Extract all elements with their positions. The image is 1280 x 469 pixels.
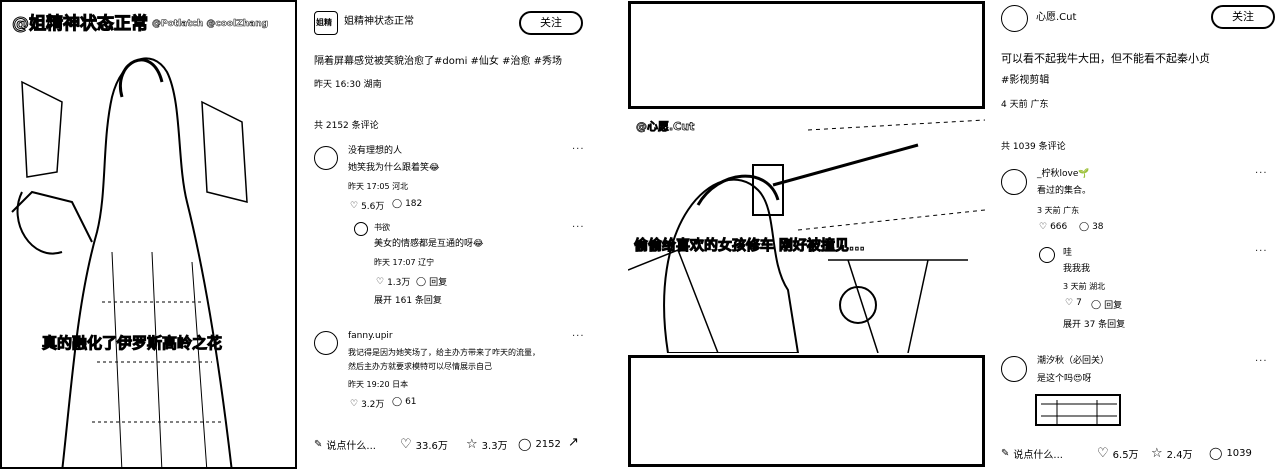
comment-avatar[interactable]: [1001, 169, 1027, 195]
comment-avatar[interactable]: [314, 146, 338, 170]
post-description: 隔着屏幕感觉被笑貌治愈了#domi #仙女 #治愈 #秀场: [314, 56, 563, 67]
reply-text: 我我我: [1063, 264, 1091, 274]
star-button[interactable]: ☆ 2.4万: [1151, 446, 1193, 461]
pen-icon: ✎: [314, 439, 323, 450]
star-icon: ☆: [466, 437, 478, 452]
reply-stat[interactable]: ◯ 182: [392, 199, 422, 209]
follow-button[interactable]: 关注: [1211, 5, 1275, 29]
star-icon: ☆: [1151, 446, 1163, 461]
reply-stat[interactable]: ◯ 61: [392, 397, 417, 407]
heart-icon: ♡: [1065, 298, 1074, 308]
reply-text: 美女的情感都是互通的呀😂: [374, 239, 484, 249]
comment-image[interactable]: [1035, 394, 1121, 426]
left-comment-panel: 姐精 姐精神状态正常 关注 隔着屏幕感觉被笑貌治愈了#domi #仙女 #治愈 …: [300, 0, 597, 469]
like-stat[interactable]: ♡ 5.6万: [350, 199, 384, 213]
pen-icon: ✎: [1001, 448, 1010, 459]
comment-bubble-icon: ◯: [416, 276, 427, 287]
heart-icon: ♡: [350, 200, 359, 211]
like-stat[interactable]: ♡ 1.3万: [376, 275, 410, 289]
reply-button[interactable]: ◯ 回复: [416, 275, 447, 289]
comment-bubble-icon: ◯: [392, 397, 403, 407]
comments-button[interactable]: ◯ 1039: [1209, 446, 1252, 460]
reply-avatar[interactable]: [354, 222, 368, 236]
author-avatar[interactable]: [1001, 5, 1028, 32]
reply-avatar[interactable]: [1039, 247, 1055, 263]
comment-input[interactable]: ✎ 说点什么...: [1001, 446, 1063, 461]
like-button[interactable]: ♡ 6.5万: [1097, 446, 1139, 461]
heart-icon: ♡: [400, 437, 412, 452]
more-icon[interactable]: ···: [1255, 246, 1268, 257]
like-stat[interactable]: ♡ 666: [1039, 222, 1067, 232]
comment-text: 是这个吗😍呀: [1037, 374, 1092, 384]
video-subtitle: 偷偷给喜欢的女孩修车 刚好被撞见...: [634, 238, 866, 255]
more-icon[interactable]: ···: [1255, 356, 1268, 367]
comment-user[interactable]: 潮汐秋（必回关）: [1037, 356, 1109, 367]
left-post-photo[interactable]: @姐精神状态正常 @Potlatch @coolZhang 真的融化了伊罗斯高岭…: [0, 0, 297, 469]
comment-text-line1: 我记得是因为她笑场了，给主办方带来了咋天的流量，: [348, 348, 540, 357]
video-frame[interactable]: @心愿.Cut 偷偷给喜欢的女孩修车 刚好被撞见...: [628, 110, 985, 353]
post-meta: 4 天前 广东: [1001, 100, 1049, 110]
comment-meta: 昨天 19:20 日本: [348, 380, 409, 389]
comment-image-sketch: [1041, 400, 1117, 424]
more-icon[interactable]: ···: [1255, 168, 1268, 179]
comment-bubble-icon: ◯: [1079, 222, 1090, 232]
author-name[interactable]: 姐精神状态正常: [344, 16, 414, 28]
video-watermark: @心愿.Cut: [636, 120, 695, 134]
photo-overlay-tag: @Potlatch @coolZhang: [152, 19, 269, 29]
like-stat[interactable]: ♡ 7: [1065, 298, 1082, 308]
comment-meta: 3 天前 广东: [1037, 206, 1080, 215]
photo-caption: 真的融化了伊罗斯高岭之花: [41, 334, 223, 353]
author-logo: 姐精: [316, 18, 332, 27]
comment-bubble-icon: ◯: [1091, 299, 1102, 310]
comment-count: 共 1039 条评论: [1001, 142, 1066, 152]
more-icon[interactable]: ···: [572, 222, 585, 233]
reply-stat[interactable]: ◯ 38: [1079, 222, 1104, 232]
comment-input[interactable]: ✎ 说点什么...: [314, 437, 376, 452]
reply-meta: 3 天前 湖北: [1063, 282, 1106, 291]
comment-avatar[interactable]: [1001, 356, 1027, 382]
comment-text: 她笑我为什么跟着笑😂: [348, 163, 440, 173]
photo-illustration: [2, 2, 295, 467]
comment-count: 共 2152 条评论: [314, 121, 379, 131]
video-top-frame: [628, 1, 985, 109]
expand-replies[interactable]: 展开 37 条回复: [1063, 320, 1125, 331]
heart-icon: ♡: [376, 276, 385, 287]
comment-bubble-icon: ◯: [518, 437, 532, 451]
comment-text: 看过的集合。: [1037, 186, 1092, 196]
comment-user[interactable]: fanny.upir: [348, 331, 393, 342]
more-icon[interactable]: ···: [572, 331, 585, 342]
share-icon: ↗: [568, 435, 579, 450]
reply-button[interactable]: ◯ 回复: [1091, 298, 1122, 312]
share-button[interactable]: ↗: [568, 435, 579, 450]
video-bottom-frame: [628, 355, 985, 467]
video-illustration: [628, 110, 985, 353]
star-button[interactable]: ☆ 3.3万: [466, 437, 508, 452]
like-button[interactable]: ♡ 33.6万: [400, 437, 448, 452]
photo-overlay-title: @姐精神状态正常: [12, 13, 149, 34]
right-comment-panel: 心愿.Cut 关注 可以看不起我牛大田，但不能看不起秦小贞 #影视剪辑 4 天前…: [987, 0, 1280, 469]
post-description: 可以看不起我牛大田，但不能看不起秦小贞: [1001, 52, 1210, 65]
follow-button[interactable]: 关注: [519, 11, 583, 35]
comment-avatar[interactable]: [314, 331, 338, 355]
comment-bubble-icon: ◯: [1209, 446, 1223, 460]
reply-meta: 昨天 17:07 辽宁: [374, 258, 435, 267]
comment-text-line2: 然后主办方就要求模特可以尽情展示自己: [348, 362, 492, 371]
like-stat[interactable]: ♡ 3.2万: [350, 397, 384, 411]
heart-icon: ♡: [350, 398, 359, 409]
comment-user[interactable]: 没有理想的人: [348, 146, 402, 157]
reply-user[interactable]: 书欲: [374, 223, 390, 233]
comments-button[interactable]: ◯ 2152: [518, 437, 561, 451]
author-name[interactable]: 心愿.Cut: [1036, 12, 1076, 24]
author-avatar[interactable]: 姐精: [314, 11, 338, 35]
heart-icon: ♡: [1039, 222, 1048, 232]
expand-replies[interactable]: 展开 161 条回复: [374, 296, 442, 307]
reply-user[interactable]: 哇: [1063, 248, 1072, 259]
comment-meta: 昨天 17:05 河北: [348, 182, 409, 191]
more-icon[interactable]: ···: [572, 144, 585, 155]
post-tag[interactable]: #影视剪辑: [1001, 75, 1049, 87]
comment-user[interactable]: _柠秋love🌱: [1037, 169, 1090, 180]
post-meta: 昨天 16:30 湖南: [314, 80, 382, 90]
comment-bubble-icon: ◯: [392, 199, 403, 209]
heart-icon: ♡: [1097, 446, 1109, 461]
